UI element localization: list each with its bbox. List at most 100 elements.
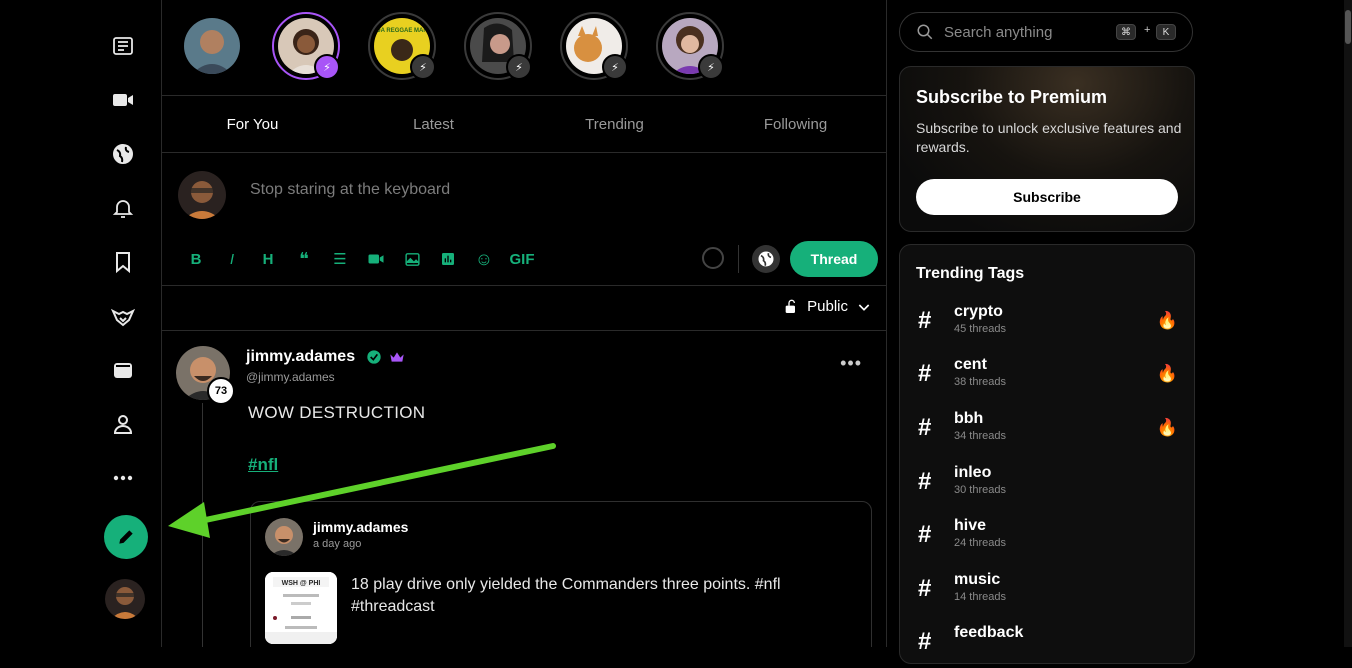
trending-tag[interactable]: # crypto 45 threads 🔥: [916, 301, 1180, 347]
hash-icon: #: [918, 628, 932, 655]
visibility-select[interactable]: Public: [783, 298, 872, 315]
video-icon[interactable]: [98, 80, 148, 120]
story-avatar[interactable]: ⚡: [560, 12, 628, 80]
tag-name: hive: [954, 517, 987, 534]
trending-tag[interactable]: # feedback: [916, 622, 1180, 668]
subscribe-button[interactable]: Subscribe: [916, 179, 1178, 215]
tag-name: feedback: [954, 624, 1024, 641]
post-author-name[interactable]: jimmy.adames: [246, 348, 355, 366]
shortcut-plus: +: [1144, 24, 1151, 36]
page-scrollbar[interactable]: [1344, 0, 1352, 647]
story-avatar[interactable]: [178, 12, 246, 80]
hash-icon: #: [918, 575, 932, 602]
emoji-button[interactable]: ☺: [466, 243, 502, 275]
image-icon: [404, 252, 420, 266]
quoted-author-name[interactable]: jimmy.adames: [313, 519, 408, 535]
shortcut-key: K: [1156, 24, 1176, 40]
trending-tag[interactable]: # cent 38 threads 🔥: [916, 354, 1180, 400]
bolt-icon: ⚡: [698, 54, 724, 80]
hash-icon: #: [918, 360, 932, 387]
tab-following[interactable]: Following: [705, 96, 886, 152]
filter-bar: Public: [162, 286, 886, 331]
stories-bar: ⚡ DA REGGAE MAN ⚡ ⚡ ⚡ ⚡: [162, 0, 886, 96]
thumb-caption: WSH @ PHI: [282, 580, 321, 587]
trending-tags-card: Trending Tags # crypto 45 threads 🔥 # ce…: [899, 244, 1195, 664]
tag-count: 14 threads: [954, 591, 1006, 603]
thread-button[interactable]: Thread: [790, 241, 878, 277]
bell-icon[interactable]: [98, 188, 148, 228]
video-upload-button[interactable]: [358, 243, 394, 275]
chevron-down-icon: [858, 303, 870, 311]
tab-latest[interactable]: Latest: [343, 96, 524, 152]
tag-name: cent: [954, 356, 987, 373]
news-icon[interactable]: [98, 26, 148, 66]
image-upload-button[interactable]: [394, 243, 430, 275]
fox-icon[interactable]: [98, 297, 148, 337]
story-avatar[interactable]: DA REGGAE MAN ⚡: [368, 12, 436, 80]
compose-button[interactable]: [104, 515, 148, 559]
feed-tabs: For You Latest Trending Following: [162, 96, 886, 153]
list-button[interactable]: ☰: [322, 243, 358, 275]
story-avatar[interactable]: ⚡: [272, 12, 340, 80]
poll-button[interactable]: [430, 243, 466, 275]
quoted-post-time: a day ago: [313, 538, 362, 550]
post-menu-icon[interactable]: •••: [840, 353, 862, 374]
bolt-icon: ⚡: [410, 54, 436, 80]
search-input[interactable]: Search anything: [944, 24, 1052, 41]
language-button[interactable]: [752, 245, 780, 273]
italic-button[interactable]: I: [214, 243, 250, 275]
pencil-icon: [119, 530, 133, 544]
tag-count: 34 threads: [954, 430, 1006, 442]
bolt-icon: ⚡: [602, 54, 628, 80]
story-avatar[interactable]: ⚡: [656, 12, 724, 80]
tag-count: 24 threads: [954, 537, 1006, 549]
post-hashtag-link[interactable]: #nfl: [248, 455, 278, 475]
trending-tag[interactable]: # music 14 threads: [916, 569, 1180, 615]
more-icon[interactable]: [98, 458, 148, 498]
hash-icon: #: [918, 307, 932, 334]
wallet-icon[interactable]: [98, 350, 148, 390]
gif-button[interactable]: GIF: [502, 243, 542, 275]
tag-count: 38 threads: [954, 376, 1006, 388]
quoted-post[interactable]: jimmy.adames a day ago WSH @ PHI 18 play…: [250, 501, 872, 647]
premium-card: Subscribe to Premium Subscribe to unlock…: [899, 66, 1195, 232]
tag-count: 45 threads: [954, 323, 1006, 335]
shortcut-mod-key: ⌘: [1116, 24, 1136, 40]
search-icon: [917, 24, 933, 40]
quoted-author-avatar[interactable]: [265, 518, 303, 556]
quoted-post-image[interactable]: WSH @ PHI: [265, 572, 337, 644]
thread-line: [202, 403, 203, 647]
tag-count: 30 threads: [954, 484, 1006, 496]
profile-icon[interactable]: [98, 404, 148, 444]
globe-icon: [758, 251, 774, 267]
heading-button[interactable]: H: [250, 243, 286, 275]
left-sidebar: [0, 0, 162, 647]
tab-for-you[interactable]: For You: [162, 96, 343, 152]
fire-icon: 🔥: [1156, 364, 1178, 383]
tag-name: bbh: [954, 410, 984, 427]
char-count-indicator: [702, 247, 724, 269]
crown-icon: [390, 352, 404, 362]
post-author-handle[interactable]: @jimmy.adames: [246, 370, 335, 384]
tag-name: crypto: [954, 303, 1003, 320]
quote-button[interactable]: ❝: [286, 243, 322, 275]
search-box[interactable]: Search anything ⌘ + K: [899, 12, 1193, 52]
tag-name: inleo: [954, 464, 992, 481]
story-logo-text: DA REGGAE MAN: [376, 28, 427, 34]
trending-tag[interactable]: # hive 24 threads: [916, 515, 1180, 561]
trending-tag[interactable]: # inleo 30 threads: [916, 462, 1180, 508]
fire-icon: 🔥: [1156, 418, 1178, 437]
story-avatar[interactable]: ⚡: [464, 12, 532, 80]
globe-icon[interactable]: [98, 134, 148, 174]
verified-icon: [367, 350, 381, 364]
composer-input[interactable]: Stop staring at the keyboard: [250, 181, 450, 199]
tab-trending[interactable]: Trending: [524, 96, 705, 152]
bookmark-icon[interactable]: [98, 242, 148, 282]
scrollbar-thumb[interactable]: [1345, 10, 1351, 44]
composer-toolbar: B I H ❝ ☰ ☺ GIF: [178, 243, 542, 275]
trending-tag[interactable]: # bbh 34 threads 🔥: [916, 408, 1180, 454]
composer: Stop staring at the keyboard B I H ❝ ☰ ☺…: [162, 153, 886, 286]
trending-title: Trending Tags: [916, 265, 1025, 282]
bold-button[interactable]: B: [178, 243, 214, 275]
user-avatar[interactable]: [105, 579, 145, 619]
